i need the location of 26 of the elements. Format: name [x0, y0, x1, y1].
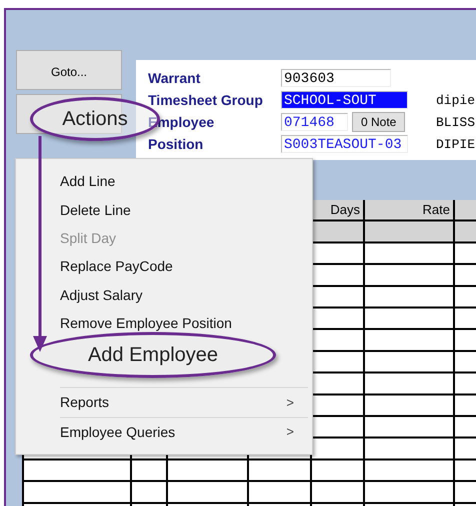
input-field[interactable]: SCHOOL-SOUT — [281, 91, 408, 109]
goto-button[interactable]: Goto... — [16, 50, 122, 90]
field-label: Position — [148, 136, 204, 152]
menu-item[interactable]: Employee Queries > — [60, 422, 294, 442]
callout-label: Add Employee — [30, 332, 276, 378]
column-header: Rate — [422, 201, 451, 219]
input-field[interactable]: 071468 — [281, 113, 348, 131]
input-field[interactable]: 903603 — [281, 69, 391, 87]
field-label: Timesheet Group — [148, 92, 264, 108]
field-description: dipie — [436, 92, 475, 108]
submenu-arrow-icon: > — [286, 424, 294, 440]
menu-item-label: Employee Queries — [60, 424, 176, 440]
input-field[interactable]: S003TEASOUT-03 — [281, 135, 408, 153]
menu-item-label: Reports — [60, 394, 110, 410]
menu-item[interactable]: Add Line — [60, 171, 294, 192]
menu-item[interactable]: Remove Employee Position — [60, 313, 294, 334]
column-header: Days — [329, 201, 361, 219]
menu-item[interactable]: Reports > — [60, 392, 294, 412]
menu-item[interactable]: Delete Line — [60, 200, 294, 220]
submenu-arrow-icon: > — [286, 394, 294, 410]
field-label: Warrant — [148, 70, 202, 86]
field-description: DIPIE — [436, 136, 475, 152]
field-description: BLISS — [436, 114, 475, 130]
menu-item[interactable]: Replace PayCode — [60, 256, 294, 276]
note-button[interactable]: 0 Note — [352, 112, 406, 132]
menu-item[interactable]: Adjust Salary — [60, 284, 294, 305]
